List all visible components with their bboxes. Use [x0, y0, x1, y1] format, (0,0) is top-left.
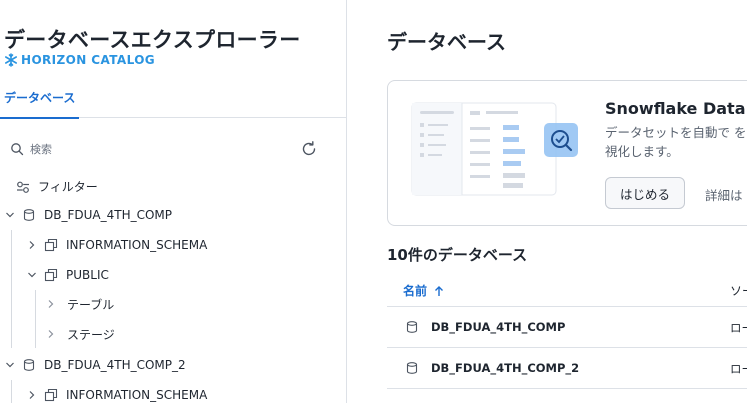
- table-row[interactable]: DB_FDUA_4TH_COMP ロー: [387, 307, 747, 348]
- refresh-icon[interactable]: [300, 140, 318, 158]
- promo-description: データセットを自動で を 可視化します。: [605, 125, 747, 159]
- schema-icon: [44, 268, 58, 282]
- column-header-name[interactable]: 名前: [403, 282, 445, 299]
- chevron-right-icon[interactable]: [26, 389, 38, 401]
- database-icon: [406, 362, 418, 374]
- tree-item-schema[interactable]: PUBLIC: [26, 261, 109, 289]
- page-title: データベース: [387, 30, 506, 54]
- tree-item-label: INFORMATION_SCHEMA: [66, 388, 208, 402]
- database-name-cell[interactable]: DB_FDUA_4TH_COMP_2: [431, 361, 579, 375]
- source-cell: ロー: [730, 321, 747, 335]
- search-icon: [11, 143, 24, 156]
- tree-item-folder[interactable]: テーブル: [45, 290, 114, 318]
- database-icon: [23, 359, 35, 371]
- tree-item-database[interactable]: DB_FDUA_4TH_COMP: [4, 201, 172, 229]
- column-header-source[interactable]: ソー: [730, 282, 747, 299]
- brand-label: HORIZON CATALOG: [21, 53, 156, 67]
- tree-item-label: PUBLIC: [66, 268, 109, 282]
- chevron-down-icon[interactable]: [26, 269, 38, 281]
- database-icon: [23, 209, 35, 221]
- snowflake-icon: [4, 53, 17, 67]
- explorer-panel: データベースエクスプローラー HORIZON CATALOG データベース 検索…: [0, 0, 347, 403]
- database-count-title: 10件のデータベース: [387, 246, 528, 264]
- tree-item-database[interactable]: DB_FDUA_4TH_COMP_2: [4, 351, 186, 379]
- filter-button[interactable]: フィルター: [16, 178, 98, 195]
- chevron-right-icon[interactable]: [26, 239, 38, 251]
- filter-icon: [17, 181, 29, 193]
- chevron-right-icon[interactable]: [45, 328, 57, 340]
- search-input[interactable]: [30, 142, 230, 156]
- tab-databases[interactable]: データベース: [0, 78, 80, 119]
- tab-databases-label: データベース: [4, 91, 76, 105]
- schema-icon: [44, 388, 58, 402]
- horizon-catalog-brand: HORIZON CATALOG: [4, 53, 155, 67]
- chevron-down-icon[interactable]: [4, 359, 16, 371]
- tree-item-label: INFORMATION_SCHEMA: [66, 238, 208, 252]
- database-icon: [406, 321, 418, 333]
- filter-label: フィルター: [38, 180, 98, 194]
- source-cell: ロー: [730, 362, 747, 376]
- explorer-tabs: データベース: [0, 78, 346, 119]
- learn-more-link[interactable]: 詳細は: [705, 185, 743, 204]
- column-header-name-label: 名前: [403, 284, 428, 298]
- database-name-cell[interactable]: DB_FDUA_4TH_COMP: [431, 320, 565, 334]
- tree-item-label: ステージ: [67, 327, 115, 342]
- tree-guide-line: [11, 380, 12, 403]
- search-bar: [10, 138, 260, 160]
- sort-ascending-icon: [435, 285, 444, 296]
- get-started-button[interactable]: はじめる: [605, 177, 686, 209]
- data-quality-promo-card: Snowflake Data Qu データセットを自動で を 可視化します。 は…: [387, 80, 747, 226]
- chevron-down-icon[interactable]: [4, 209, 16, 221]
- tree-item-schema[interactable]: INFORMATION_SCHEMA: [26, 231, 207, 259]
- tree-guide-line: [35, 290, 36, 348]
- chevron-right-icon[interactable]: [45, 298, 57, 310]
- table-header: 名前 ソー: [387, 272, 747, 307]
- data-quality-illustration: [411, 102, 578, 196]
- tree-guide-line: [11, 230, 12, 348]
- table-row[interactable]: DB_FDUA_4TH_COMP_2 ロー: [387, 348, 747, 389]
- explorer-title: データベースエクスプローラー: [4, 28, 301, 52]
- schema-icon: [44, 238, 58, 252]
- promo-title: Snowflake Data Qu: [605, 99, 747, 118]
- tree-item-label: DB_FDUA_4TH_COMP: [44, 208, 173, 222]
- tree-item-label: DB_FDUA_4TH_COMP_2: [44, 358, 186, 372]
- tree-item-label: テーブル: [67, 297, 115, 312]
- tree-item-schema[interactable]: INFORMATION_SCHEMA: [26, 381, 207, 403]
- tree-item-folder[interactable]: ステージ: [45, 320, 115, 348]
